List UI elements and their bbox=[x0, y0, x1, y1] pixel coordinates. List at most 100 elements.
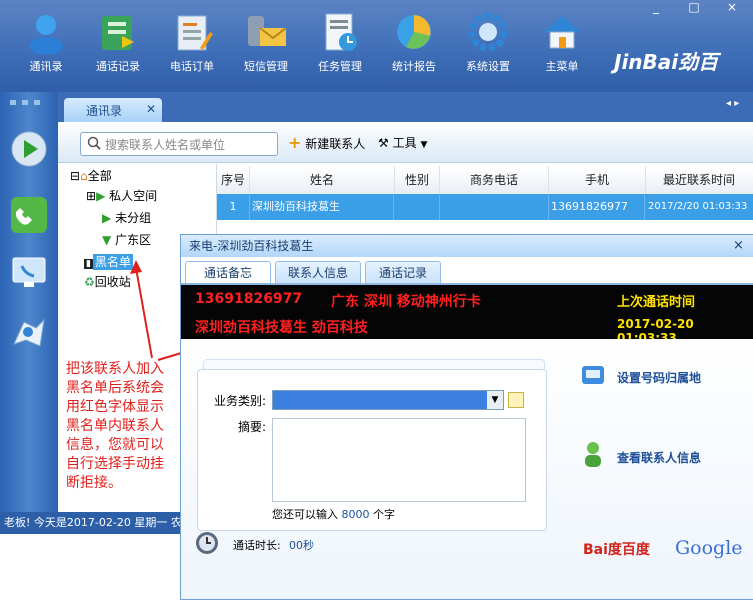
jinbai-logo: JinBai劲百 bbox=[614, 50, 719, 74]
baidu-logo[interactable]: Bai度百度 bbox=[583, 539, 650, 559]
plus-icon: + bbox=[288, 133, 302, 152]
cell-no: 1 bbox=[217, 194, 250, 220]
cell-work-phone bbox=[440, 194, 549, 220]
category-select[interactable]: ▼ bbox=[272, 390, 504, 410]
blacklist-icon: ▮ bbox=[84, 259, 93, 269]
toolbar-contacts-button[interactable]: 通讯录 bbox=[10, 8, 82, 88]
home-small-icon: ⌂ bbox=[80, 169, 88, 183]
popup-title-bar: 来电-深圳劲百科技葛生 × bbox=[181, 235, 753, 257]
toolbar-report-button[interactable]: 统计报告 bbox=[378, 8, 450, 88]
arrow-right-icon: ▶ bbox=[102, 211, 112, 225]
chevron-down-icon: ▼ bbox=[420, 140, 428, 150]
new-contact-label: 新建联系人 bbox=[305, 137, 366, 151]
tab-label: 通讯录 bbox=[86, 104, 123, 118]
popup-tab-memo[interactable]: 通话备忘 bbox=[185, 261, 271, 284]
summary-label: 摘要: bbox=[238, 420, 267, 434]
google-logo[interactable]: Google bbox=[675, 537, 743, 559]
popup-close-button[interactable]: × bbox=[733, 235, 744, 257]
search-input[interactable]: 搜索联系人姓名或单位 bbox=[80, 132, 278, 156]
tab-close-icon[interactable]: ✕ bbox=[146, 102, 156, 116]
cell-name: 深圳劲百科技葛生 bbox=[250, 194, 394, 220]
home-icon bbox=[540, 10, 584, 54]
char-count: 8000 bbox=[341, 508, 370, 521]
duration-label: 通话时长: bbox=[233, 539, 281, 552]
cell-mobile: 13691826977 bbox=[549, 194, 645, 220]
toolbar-home-button[interactable]: 主菜单 bbox=[526, 8, 598, 88]
edit-category-icon[interactable] bbox=[508, 392, 524, 408]
tools-label: 工具 bbox=[392, 136, 417, 150]
column-header[interactable]: 性别 bbox=[395, 166, 440, 194]
new-contact-button[interactable]: + 新建联系人 bbox=[288, 134, 365, 152]
close-window-button[interactable]: × bbox=[718, 0, 746, 14]
expand-icon: ⊞ bbox=[86, 189, 97, 203]
report-icon bbox=[392, 10, 436, 54]
phone-order-icon bbox=[170, 10, 214, 54]
annotation-note: 把该联系人加入黑名单后系统会用红色字体显示黑名单内联系人信息，您就可以自行选择手… bbox=[66, 361, 164, 491]
tree-node-guangdong[interactable]: ▼ 广东区 bbox=[102, 230, 151, 250]
popup-tab-contact-info[interactable]: 联系人信息 bbox=[275, 261, 361, 284]
minimize-button[interactable]: _ bbox=[642, 0, 670, 14]
maximize-button[interactable]: □ bbox=[680, 0, 708, 14]
search-placeholder: 搜索联系人姓名或单位 bbox=[105, 138, 226, 152]
arrowhead-icon bbox=[130, 260, 142, 274]
cell-last-contact: 2017/2/20 01:03:33 bbox=[648, 201, 748, 212]
column-header[interactable]: 最近联系时间 bbox=[646, 166, 752, 194]
task-icon bbox=[318, 10, 362, 54]
arrow-to-blacklist bbox=[135, 267, 153, 359]
column-header[interactable]: 商务电话 bbox=[440, 166, 549, 194]
toolbar-call-records-button[interactable]: 通话记录 bbox=[82, 8, 154, 88]
person-icon bbox=[583, 441, 603, 470]
popup-tab-call-records[interactable]: 通话记录 bbox=[365, 261, 441, 284]
phone-icon[interactable] bbox=[10, 196, 48, 234]
toolbar-settings-button[interactable]: 系统设置 bbox=[452, 8, 524, 88]
clock-icon bbox=[195, 531, 219, 558]
tab-nav-arrows[interactable]: ◂ ▸ bbox=[726, 98, 739, 109]
char-remaining: 您还可以输入 8000 个字 bbox=[272, 508, 395, 521]
tree-node-ungrouped[interactable]: ▶ 未分组 bbox=[102, 208, 151, 228]
status-text: 老板! 今天是2017-02-20 星期一 农 bbox=[4, 516, 182, 529]
search-icon bbox=[87, 136, 101, 153]
dock-grip-icon bbox=[8, 96, 50, 105]
memo-pane: 业务类别: ▼ 摘要: 您还可以输入 8000 个字 通话时长: 00秒 设置号… bbox=[181, 339, 753, 599]
duration-value: 00秒 bbox=[289, 539, 314, 552]
column-header[interactable]: 序号 bbox=[217, 166, 250, 194]
summary-textarea[interactable] bbox=[272, 418, 526, 502]
arrow-down-icon: ▼ bbox=[102, 233, 112, 247]
hammer-icon: ⚒ bbox=[378, 136, 389, 150]
left-dock bbox=[0, 92, 58, 512]
toolbar-label: 系统设置 bbox=[466, 60, 510, 73]
contacts-table-header: 序号 姓名 性别 商务电话 手机 最近联系时间 bbox=[217, 166, 753, 195]
tree-node-all[interactable]: ⊟⌂全部 bbox=[70, 166, 112, 186]
toolbar-label: 通讯录 bbox=[29, 60, 63, 73]
toolbar-label: 电话订单 bbox=[170, 60, 214, 73]
last-call-label: 上次通话时间 bbox=[617, 295, 696, 310]
toolbar-phone-order-button[interactable]: 电话订单 bbox=[156, 8, 228, 88]
sms-icon bbox=[244, 10, 288, 54]
memo-form: 业务类别: ▼ 摘要: 您还可以输入 8000 个字 bbox=[197, 369, 547, 531]
toolbar-task-button[interactable]: 任务管理 bbox=[304, 8, 376, 88]
caller-number: 13691826977 bbox=[195, 291, 303, 307]
set-area-link[interactable]: 设置号码归属地 bbox=[617, 369, 701, 386]
chevron-down-icon: ▼ bbox=[487, 391, 503, 409]
map-icon[interactable] bbox=[10, 314, 48, 352]
tab-contacts[interactable]: 通讯录 ✕ bbox=[64, 98, 162, 122]
tree-node-private[interactable]: ⊞▶ 私人空间 bbox=[86, 186, 157, 206]
column-header[interactable]: 手机 bbox=[549, 166, 646, 194]
play-icon[interactable] bbox=[10, 130, 48, 168]
collapse-icon: ⊟ bbox=[70, 169, 81, 183]
category-label: 业务类别: bbox=[214, 394, 267, 408]
view-contact-link[interactable]: 查看联系人信息 bbox=[617, 449, 701, 466]
toolbar-label: 主菜单 bbox=[545, 60, 579, 73]
column-header[interactable]: 姓名 bbox=[250, 166, 395, 194]
caller-contact: 深圳劲百科技葛生 劲百科技 bbox=[195, 320, 368, 336]
arrow-right-icon: ▶ bbox=[96, 189, 106, 203]
tools-menu-button[interactable]: ⚒ 工具 ▼ bbox=[378, 134, 427, 152]
table-row[interactable]: 1 深圳劲百科技葛生 13691826977 2017/2/20 01:03:3… bbox=[217, 194, 753, 220]
recycle-icon: ♻ bbox=[84, 275, 95, 289]
toolbar-sms-button[interactable]: 短信管理 bbox=[230, 8, 302, 88]
incoming-call-popup: 来电-深圳劲百科技葛生 × 通话备忘 联系人信息 通话记录 1369182697… bbox=[180, 234, 753, 600]
caller-location: 广东 深圳 移动神州行卡 bbox=[331, 294, 481, 310]
area-setting-icon bbox=[581, 365, 605, 390]
monitor-icon[interactable] bbox=[10, 254, 48, 292]
settings-icon bbox=[466, 10, 510, 54]
